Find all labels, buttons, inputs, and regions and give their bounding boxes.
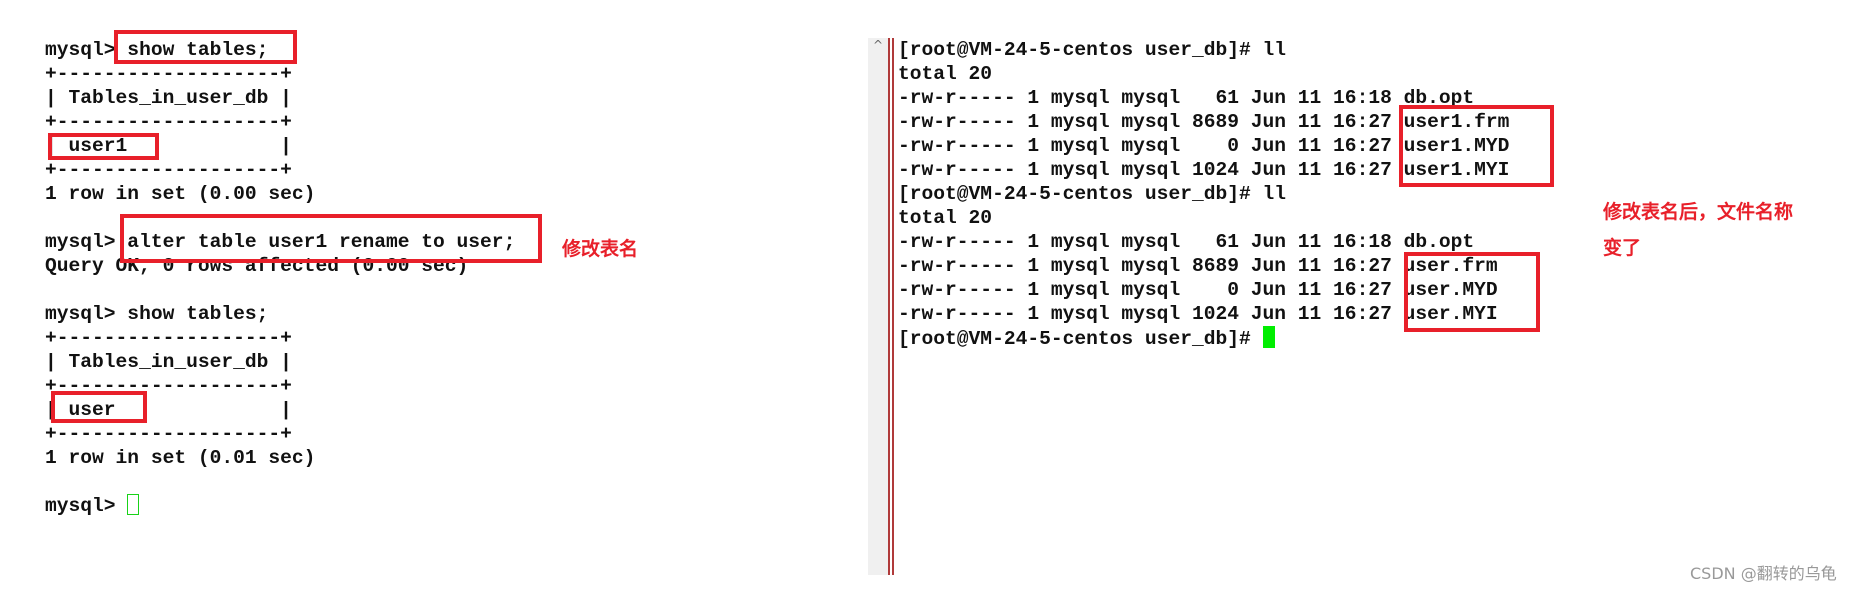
terminal-line: total 20 xyxy=(898,62,1509,86)
terminal-line: | Tables_in_user_db | xyxy=(45,86,515,110)
cursor xyxy=(127,494,140,515)
terminal-line: total 20 xyxy=(898,206,1509,230)
cursor xyxy=(1262,326,1275,348)
line-text: [root@VM-24-5-centos user_db]# xyxy=(898,328,1263,350)
terminal-line: | Tables_in_user_db | xyxy=(45,350,515,374)
line-text: total 20 xyxy=(898,207,993,229)
files-annotation-line1: 修改表名后，文件名称 xyxy=(1603,201,1794,223)
line-text: +-------------------+ xyxy=(45,111,292,133)
terminal-line: +-------------------+ xyxy=(45,158,515,182)
mysql-terminal[interactable]: mysql> show tables; +-------------------+… xyxy=(45,38,515,518)
line-text: | Tables_in_user_db | xyxy=(45,351,292,373)
line-text: -rw-r----- 1 mysql mysql 61 Jun 11 16:18… xyxy=(898,231,1475,253)
terminal-line: +-------------------+ xyxy=(45,422,515,446)
terminal-line: +-------------------+ xyxy=(45,110,515,134)
terminal-line: 1 row in set (0.00 sec) xyxy=(45,182,515,206)
scrollbar[interactable]: ^ xyxy=(868,38,888,575)
line-text: mysql> show tables; xyxy=(45,303,269,325)
terminal-line: mysql> xyxy=(45,494,515,518)
line-text: total 20 xyxy=(898,63,993,85)
files-annotation-line2: 变了 xyxy=(1603,237,1642,259)
divider xyxy=(892,38,894,575)
rename-annotation: 修改表名 xyxy=(562,238,639,260)
highlight-box xyxy=(120,214,542,263)
line-text: mysql> xyxy=(45,495,128,517)
line-text: -rw-r----- 1 mysql mysql 61 Jun 11 16:18… xyxy=(898,87,1475,109)
line-text: | Tables_in_user_db | xyxy=(45,87,292,109)
line-text: +-------------------+ xyxy=(45,159,292,181)
scroll-up-icon[interactable]: ^ xyxy=(868,38,888,52)
terminal-line: [root@VM-24-5-centos user_db]# ll xyxy=(898,38,1509,62)
line-text: 1 row in set (0.00 sec) xyxy=(45,183,316,205)
watermark: CSDN @翻转的乌龟 xyxy=(1690,564,1837,583)
highlight-box xyxy=(48,133,159,160)
line-text: +-------------------+ xyxy=(45,63,292,85)
highlight-box xyxy=(1399,105,1554,187)
terminal-line: mysql> show tables; xyxy=(45,302,515,326)
line-text: +-------------------+ xyxy=(45,423,292,445)
line-text: +-------------------+ xyxy=(45,327,292,349)
terminal-line: +-------------------+ xyxy=(45,326,515,350)
terminal-line: -rw-r----- 1 mysql mysql 61 Jun 11 16:18… xyxy=(898,230,1509,254)
divider xyxy=(888,38,890,575)
line-text: [root@VM-24-5-centos user_db]# ll xyxy=(898,183,1287,205)
highlight-box xyxy=(114,30,297,64)
terminal-line: +-------------------+ xyxy=(45,62,515,86)
highlight-box xyxy=(1404,252,1540,332)
line-text: [root@VM-24-5-centos user_db]# ll xyxy=(898,39,1287,61)
line-text: 1 row in set (0.01 sec) xyxy=(45,447,316,469)
highlight-box xyxy=(51,391,147,423)
terminal-line: 1 row in set (0.01 sec) xyxy=(45,446,515,470)
